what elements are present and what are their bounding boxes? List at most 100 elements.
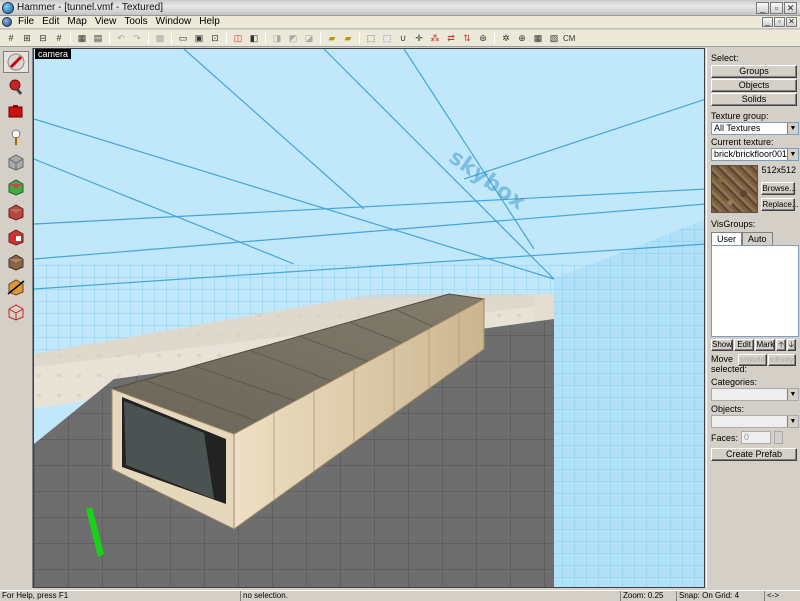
group-icon[interactable]: ▦ (75, 32, 89, 45)
grid-3d-icon[interactable]: # (52, 32, 66, 45)
texture-size: 512x512 (761, 165, 796, 175)
texture-group-value: All Textures (714, 123, 761, 133)
faces-spinner[interactable] (774, 431, 784, 444)
texture-scale-lock-icon[interactable]: ▰ (341, 32, 355, 45)
menu-bar: File Edit Map View Tools Window Help _ ▫… (0, 16, 800, 29)
clipping-tool-icon[interactable] (3, 276, 29, 298)
current-texture-select[interactable]: brick/brickfloor001a ▼ (711, 148, 799, 161)
cubemap-button[interactable]: CM (563, 32, 575, 45)
doc-minimize-button[interactable]: _ (762, 17, 773, 27)
hammer-app-icon (2, 1, 14, 14)
replace-button[interactable]: Replace... (761, 198, 798, 211)
faces-input[interactable]: 0 (741, 431, 772, 444)
window-title: Hammer - [tunnel.vmf - Textured] (17, 2, 163, 13)
viewport-label[interactable]: camera (35, 49, 72, 59)
current-texture-label: Current texture: (711, 137, 774, 147)
vertex-tool-icon[interactable] (3, 301, 29, 323)
show-button[interactable]: Show (711, 339, 733, 351)
maximize-button[interactable]: ▫ (770, 1, 783, 14)
texture-group-label: Texture group: (711, 111, 769, 121)
select-solids-button[interactable]: Solids (711, 93, 797, 106)
move-down-icon[interactable]: 🡣 (786, 339, 796, 351)
decal-tool-icon[interactable] (3, 226, 29, 248)
minimize-button[interactable]: _ (756, 1, 769, 14)
carve-icon[interactable]: ▩ (153, 32, 167, 45)
visgroup-icon[interactable]: ▧ (547, 32, 561, 45)
chevron-down-icon: ▼ (787, 123, 798, 134)
block-tool-icon[interactable] (3, 151, 29, 173)
selection-tool-icon[interactable] (3, 51, 29, 73)
menu-view[interactable]: View (91, 16, 121, 28)
apply-current-texture-tool-icon[interactable] (3, 201, 29, 223)
overlay-tool-icon[interactable] (3, 251, 29, 273)
flip-vertical-icon[interactable]: ⇅ (460, 32, 474, 45)
move-icon[interactable]: ✛ (412, 32, 426, 45)
select-label: Select: (711, 53, 739, 63)
selection-box-icon[interactable]: ⬚ (364, 32, 378, 45)
doc-close-button[interactable]: ✕ (786, 17, 797, 27)
entity-tool-icon[interactable] (3, 126, 29, 148)
texture-application-tool-icon[interactable] (3, 176, 29, 198)
to-world-button[interactable]: toWorld (738, 354, 767, 366)
copy-icon[interactable]: ◧ (247, 32, 261, 45)
entity-report-icon[interactable]: ⊛ (476, 32, 490, 45)
delete-icon[interactable]: ◪ (302, 32, 316, 45)
menu-edit[interactable]: Edit (38, 16, 63, 28)
grid-smaller-icon[interactable]: ⊞ (20, 32, 34, 45)
browse-button[interactable]: Browse... (761, 182, 796, 195)
tab-auto[interactable]: Auto (742, 232, 773, 245)
select-groups-button[interactable]: Groups (711, 65, 797, 78)
mark-button[interactable]: Mark (755, 339, 776, 351)
objects-label: Objects: (711, 404, 745, 414)
create-prefab-button[interactable]: Create Prefab (711, 448, 797, 461)
grid-toggle-icon[interactable]: # (4, 32, 18, 45)
flip-icon[interactable]: ⇄ (444, 32, 458, 45)
undo-icon[interactable]: ↶ (114, 32, 128, 45)
main-toolbar: # ⊞ ⊟ # ▦ ▤ ↶ ↷ ▩ ▭ ▣ ⊡ ◫ ◧ ◨ ◩ ◪ ▰ ▰ ⬚ … (0, 30, 800, 47)
cordon-icon[interactable]: ▦ (531, 32, 545, 45)
doc-restore-button[interactable]: ▫ (774, 17, 785, 27)
paste-icon[interactable]: ◨ (270, 32, 284, 45)
sound-icon[interactable]: ⁂ (428, 32, 442, 45)
tab-user[interactable]: User (711, 232, 743, 245)
move-up-icon[interactable]: 🡡 (776, 339, 786, 351)
magnet-icon[interactable]: ∪ (396, 32, 410, 45)
texture-lock-icon[interactable]: ⊡ (208, 32, 222, 45)
cut-icon[interactable]: ◫ (231, 32, 245, 45)
status-bar: For Help, press F1 no selection. Zoom: 0… (0, 590, 800, 601)
select-by-handle-icon[interactable]: ⬚ (380, 32, 394, 45)
visgroups-list[interactable] (711, 245, 799, 337)
menu-help[interactable]: Help (195, 16, 224, 28)
document-icon[interactable] (2, 17, 12, 27)
objects-select[interactable]: ▼ (711, 415, 799, 428)
edit-button[interactable]: Edit (734, 339, 755, 351)
current-texture-value: brick/brickfloor001a (714, 149, 787, 159)
grid-larger-icon[interactable]: ⊟ (36, 32, 50, 45)
move-selected-label: Move selected: (711, 354, 748, 374)
menu-map[interactable]: Map (63, 16, 90, 28)
tools-palette (0, 48, 33, 588)
camera-icon[interactable]: ⊕ (515, 32, 529, 45)
menu-tools[interactable]: Tools (120, 16, 151, 28)
ungroup-icon[interactable]: ▤ (91, 32, 105, 45)
magnify-tool-icon[interactable] (3, 76, 29, 98)
camera-viewport[interactable]: skybox camera (33, 48, 705, 588)
hide-icon[interactable]: ▭ (176, 32, 190, 45)
right-panel: Select: Groups Objects Solids Texture gr… (706, 48, 800, 588)
texture-group-select[interactable]: All Textures ▼ (711, 122, 799, 135)
to-entity-button[interactable]: toEntity (767, 354, 796, 366)
menu-file[interactable]: File (14, 16, 38, 28)
menu-window[interactable]: Window (152, 16, 196, 28)
select-objects-button[interactable]: Objects (711, 79, 797, 92)
close-button[interactable]: ✕ (784, 1, 797, 14)
redo-icon[interactable]: ↷ (130, 32, 144, 45)
texture-preview (711, 165, 759, 213)
camera-tool-icon[interactable] (3, 101, 29, 123)
show-icon[interactable]: ▣ (192, 32, 206, 45)
categories-select[interactable]: ▼ (711, 388, 799, 401)
texture-lock-hazard-icon[interactable]: ▰ (325, 32, 339, 45)
paste-special-icon[interactable]: ◩ (286, 32, 300, 45)
title-bar: Hammer - [tunnel.vmf - Textured] _ ▫ ✕ (0, 0, 800, 16)
visgroups-label: VisGroups: (711, 219, 756, 229)
lighting-icon[interactable]: ✲ (499, 32, 513, 45)
